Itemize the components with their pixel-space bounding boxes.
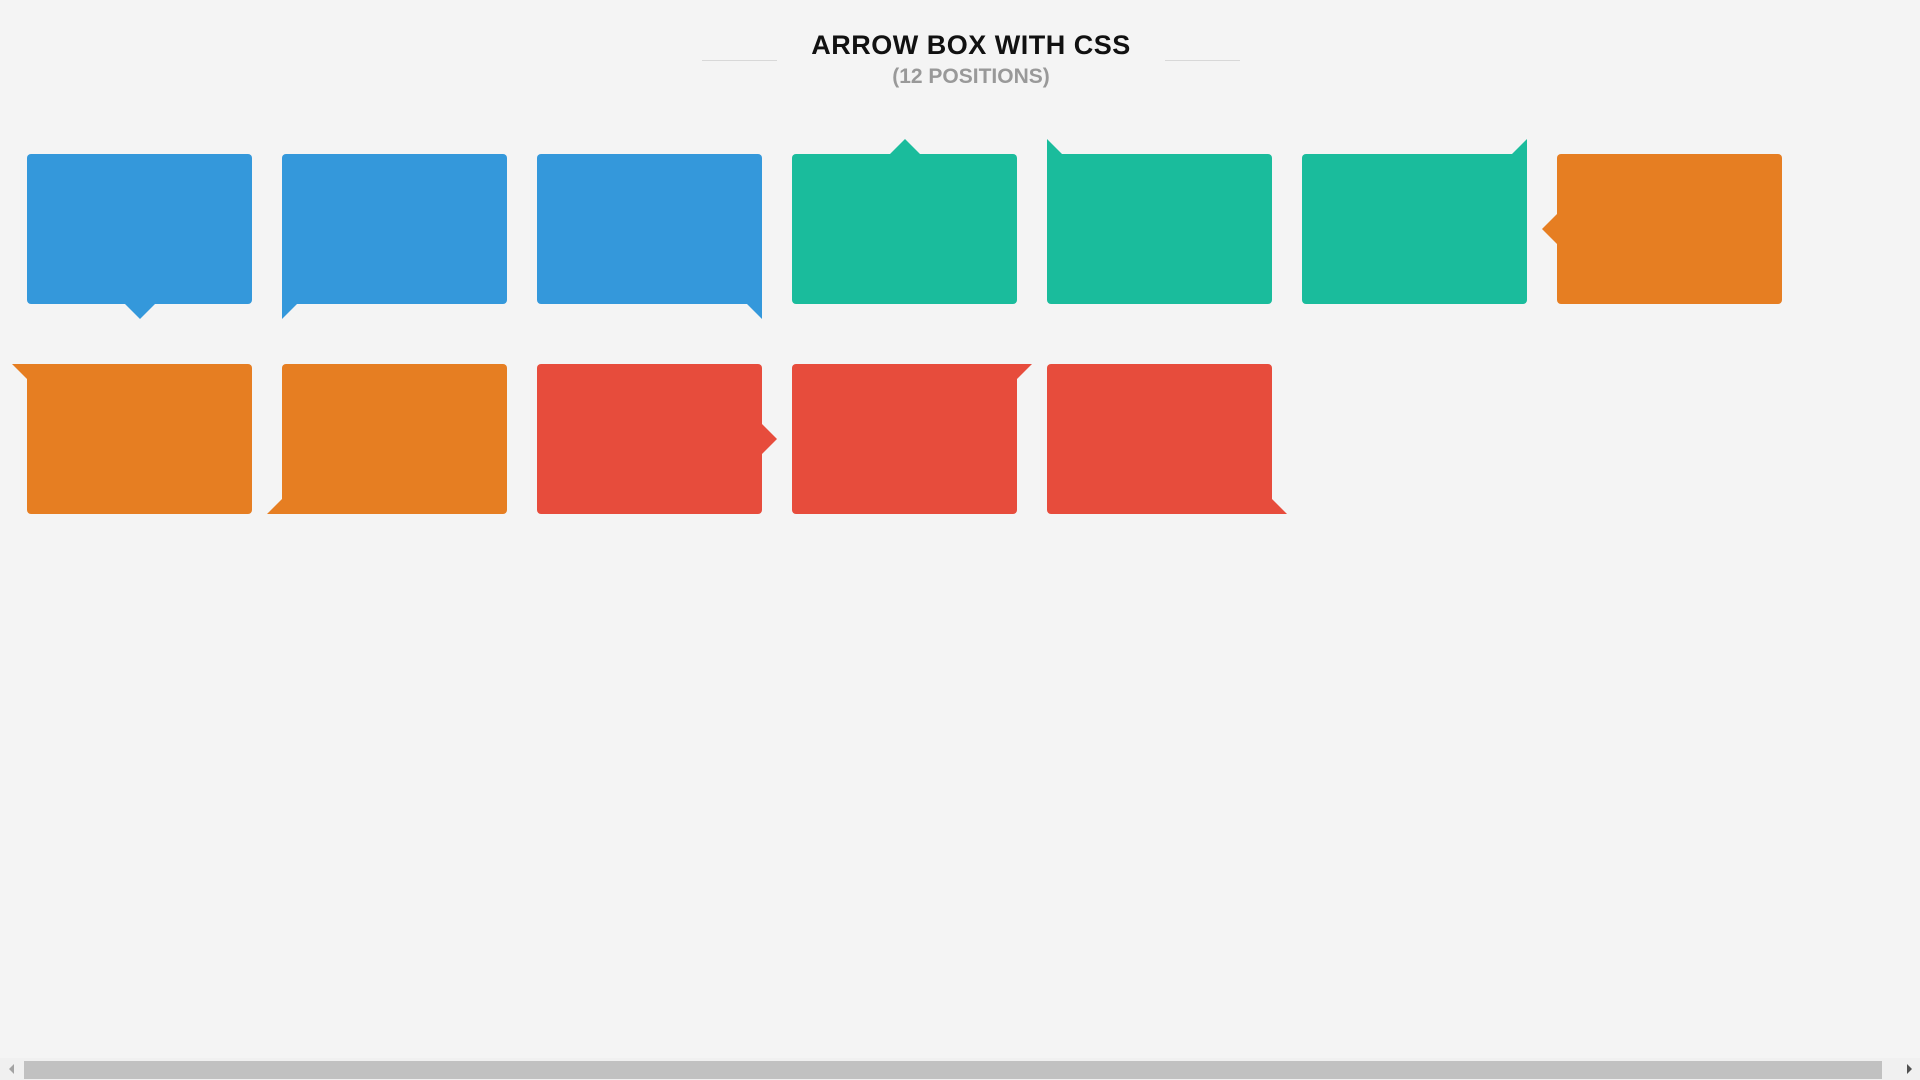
horizontal-scrollbar[interactable] xyxy=(0,1058,1920,1080)
arrow-top-right-icon xyxy=(1512,139,1527,154)
arrow-bottom-right-icon xyxy=(747,304,762,319)
header: ARROW BOX WITH CSS (12 POSITIONS) xyxy=(0,28,1920,90)
arrow-top-center-icon xyxy=(890,139,920,154)
arrow-box-left-center xyxy=(1542,154,1782,304)
arrow-box-top-center xyxy=(792,139,1017,304)
arrow-right-bottom-icon xyxy=(1272,499,1287,514)
scroll-right-icon xyxy=(1906,1064,1912,1074)
page-subtitle: (12 POSITIONS) xyxy=(892,65,1050,88)
title-row: ARROW BOX WITH CSS xyxy=(702,28,1240,62)
arrow-box-right-bottom xyxy=(1047,364,1287,514)
arrow-box-left-top xyxy=(12,364,252,514)
arrow-top-left-icon xyxy=(1047,139,1062,154)
arrow-box-bottom-left xyxy=(282,154,507,319)
scroll-left-icon xyxy=(8,1064,14,1074)
arrow-box-right-center xyxy=(537,364,777,514)
arrow-right-center-icon xyxy=(762,424,777,454)
arrow-box-top-left xyxy=(1047,139,1272,304)
arrow-box-bottom-center xyxy=(27,154,252,319)
scrollbar-thumb[interactable] xyxy=(24,1061,1882,1079)
scroll-left-button[interactable] xyxy=(0,1058,22,1080)
arrow-box-bottom-right xyxy=(537,154,762,319)
title-divider-left xyxy=(702,60,778,61)
page-title: ARROW BOX WITH CSS xyxy=(811,30,1131,60)
title-divider-right xyxy=(1164,60,1240,61)
arrow-box-left-bottom xyxy=(267,364,507,514)
arrow-left-center-icon xyxy=(1542,214,1557,244)
arrow-box-top-right xyxy=(1302,139,1527,304)
arrow-bottom-center-icon xyxy=(125,304,155,319)
arrow-left-top-icon xyxy=(12,364,27,379)
arrow-box-right-top xyxy=(792,364,1032,514)
arrow-bottom-left-icon xyxy=(282,304,297,319)
arrow-right-top-icon xyxy=(1017,364,1032,379)
arrow-left-bottom-icon xyxy=(267,499,282,514)
scroll-right-button[interactable] xyxy=(1898,1058,1920,1080)
page: ARROW BOX WITH CSS (12 POSITIONS) xyxy=(0,0,1920,1080)
